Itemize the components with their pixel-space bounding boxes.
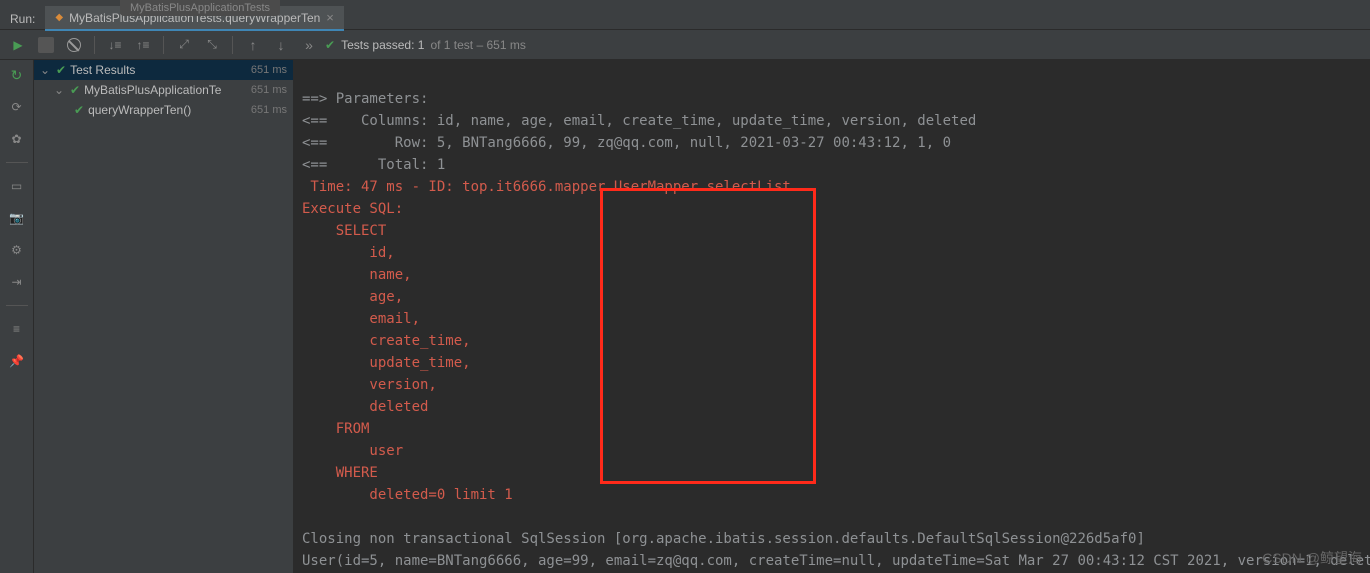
next-fail-button[interactable]: ↓ <box>269 33 293 57</box>
check-icon: ✔ <box>56 63 66 77</box>
tree-method-time: 651 ms <box>251 104 287 116</box>
stop-all-button[interactable] <box>62 33 86 57</box>
console-line: email, <box>302 311 420 327</box>
console-line: SELECT <box>302 223 386 239</box>
tree-root-time: 651 ms <box>251 64 287 76</box>
chevron-down-icon: ⌄ <box>40 63 52 77</box>
stop-button[interactable] <box>34 33 58 57</box>
console-line: update_time, <box>302 355 471 371</box>
run-config-icon: ◆ <box>55 12 63 23</box>
console-line: name, <box>302 267 412 283</box>
console-output[interactable]: ==> Parameters: <== Columns: id, name, a… <box>294 60 1370 573</box>
check-icon: ✔ <box>70 83 80 97</box>
tests-status: ✔ Tests passed: 1 of 1 test – 651 ms <box>325 38 526 52</box>
tree-class-label: MyBatisPlusApplicationTe <box>84 83 247 97</box>
console-line: Execute SQL: <box>302 201 403 217</box>
console-line: create_time, <box>302 333 471 349</box>
console-line: WHERE <box>302 465 378 481</box>
settings-icon[interactable]: ✿ <box>8 130 26 148</box>
history-icon[interactable]: ▭ <box>8 177 26 195</box>
console-line: version, <box>302 377 437 393</box>
close-icon[interactable]: × <box>326 10 334 25</box>
show-ignored-button[interactable]: ↑≡ <box>131 33 155 57</box>
console-line: deleted=0 limit 1 <box>302 487 513 503</box>
test-tree-panel: ⌄ ✔ Test Results 651 ms ⌄ ✔ MyBatisPlusA… <box>34 60 294 573</box>
tree-method-label: queryWrapperTen() <box>88 103 247 117</box>
chevron-down-icon: ⌄ <box>54 83 66 97</box>
export-icon[interactable]: 📷 <box>8 209 26 227</box>
run-label: Run: <box>0 12 45 26</box>
check-icon: ✔ <box>325 38 335 52</box>
tree-class-row[interactable]: ⌄ ✔ MyBatisPlusApplicationTe 651 ms <box>34 80 293 100</box>
show-passed-button[interactable]: ↓≡ <box>103 33 127 57</box>
gutter-separator <box>6 162 28 163</box>
expand-all-button[interactable]: ⤢ <box>172 33 196 57</box>
import-icon[interactable]: ⇥ <box>8 273 26 291</box>
gear-icon[interactable]: ⚙ <box>8 241 26 259</box>
watermark: CSDN @鲸望海 <box>1262 547 1362 569</box>
layout-icon[interactable]: ≡ <box>8 320 26 338</box>
main-area: ↻ ⟳ ✿ ▭ 📷 ⚙ ⇥ ≡ 📌 ⌄ ✔ Test Results 651 m… <box>0 60 1370 573</box>
collapse-all-button[interactable]: ⤡ <box>200 33 224 57</box>
console-line: id, <box>302 245 395 261</box>
console-line: <== Row: 5, BNTang6666, 99, zq@qq.com, n… <box>302 135 951 151</box>
console-line: deleted <box>302 399 437 415</box>
console-line: age, <box>302 289 403 305</box>
gutter-separator <box>6 305 28 306</box>
prev-fail-button[interactable]: ↑ <box>241 33 265 57</box>
more-button[interactable]: » <box>297 33 321 57</box>
check-icon: ✔ <box>74 103 84 117</box>
console-line: Closing non transactional SqlSession [or… <box>302 531 1145 547</box>
console-line: User(id=5, name=BNTang6666, age=99, emai… <box>302 553 1370 569</box>
console-line: <== Total: 1 <box>302 157 445 173</box>
tree-root-row[interactable]: ⌄ ✔ Test Results 651 ms <box>34 60 293 80</box>
toolbar-separator <box>232 36 233 54</box>
rerun-button[interactable]: ▶ <box>6 33 30 57</box>
rerun-icon[interactable]: ↻ <box>8 66 26 84</box>
highlight-box <box>600 188 816 484</box>
tests-total-text: of 1 test – 651 ms <box>430 38 525 52</box>
tree-class-time: 651 ms <box>251 84 287 96</box>
tree-root-label: Test Results <box>70 63 247 77</box>
toolbar-separator <box>94 36 95 54</box>
console-line: ==> Parameters: <box>302 91 437 107</box>
toolbar-separator <box>163 36 164 54</box>
console-line: user <box>302 443 412 459</box>
toggle-auto-test-icon[interactable]: ⟳ <box>8 98 26 116</box>
console-line: FROM <box>302 421 369 437</box>
tree-method-row[interactable]: ✔ queryWrapperTen() 651 ms <box>34 100 293 120</box>
pin-icon[interactable]: 📌 <box>8 352 26 370</box>
left-action-gutter: ↻ ⟳ ✿ ▭ 📷 ⚙ ⇥ ≡ 📌 <box>0 60 34 573</box>
console-line: Time: 47 ms - ID: top.it6666.mapper.User… <box>302 179 791 195</box>
test-toolbar: ▶ ↓≡ ↑≡ ⤢ ⤡ ↑ ↓ » ✔ Tests passed: 1 of 1… <box>0 30 1370 60</box>
console-line: <== Columns: id, name, age, email, creat… <box>302 113 976 129</box>
background-tab-hint: MyBatisPlusApplicationTests <box>120 0 280 16</box>
tests-passed-count: Tests passed: 1 <box>341 38 424 52</box>
